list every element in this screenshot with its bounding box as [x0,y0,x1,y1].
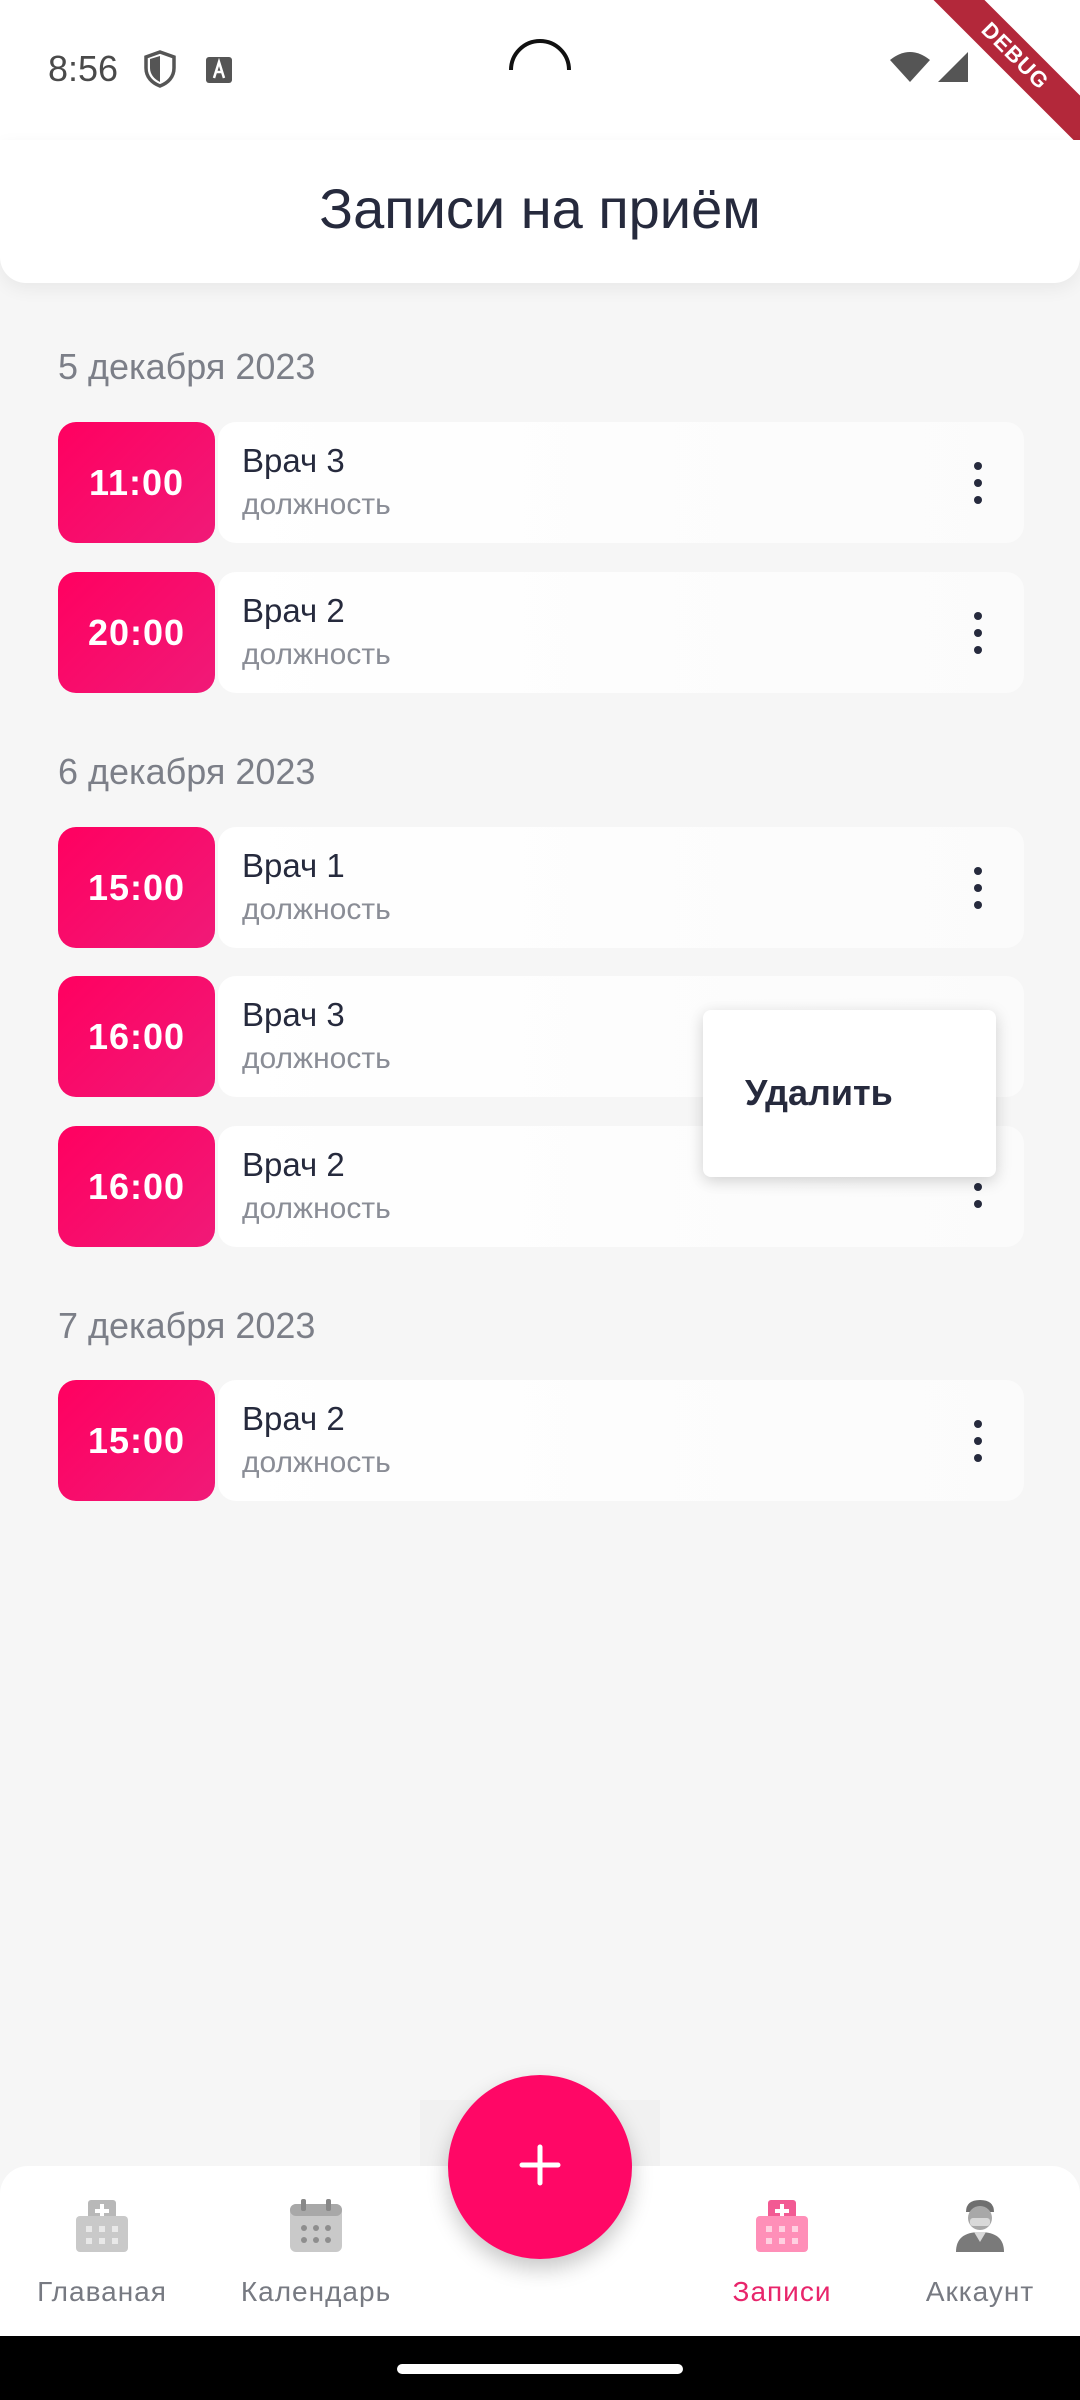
appointment-card[interactable]: Врач 1 должность [218,827,1024,948]
doctor-name: Врач 1 [242,847,345,884]
page-title: Записи на приём [319,177,761,240]
wifi-icon [888,50,932,89]
appointment-item[interactable]: 20:00 Врач 2 должность [58,572,1024,693]
hospital-icon [682,2198,882,2254]
more-vert-icon[interactable] [968,1420,988,1462]
doctor-name: Врач 3 [242,442,345,479]
doctor-role: должность [242,1042,391,1075]
time-badge: 16:00 [58,976,215,1097]
calendar-icon [216,2198,416,2254]
status-bar: 8:56 DEBUG [0,0,1080,158]
appointment-card[interactable]: Врач 2 должность [218,1380,1024,1501]
doctor-name: Врач 2 [242,1146,345,1183]
time-badge: 11:00 [58,422,215,543]
appointment-item[interactable]: 15:00 Врач 1 должность [58,827,1024,948]
doctor-role: должность [242,638,391,671]
nav-item-home[interactable]: Главаная [2,2198,202,2308]
doctor-name: Врач 2 [242,1400,345,1437]
nav-label-home: Главаная [37,2276,167,2307]
nav-label-calendar: Календарь [240,2276,392,2307]
plus-icon [518,2143,562,2192]
more-vert-icon[interactable] [968,867,988,909]
date-heading: 7 декабря 2023 [58,1305,316,1346]
date-heading: 5 декабря 2023 [58,346,316,387]
nav-item-calendar[interactable]: Календарь [216,2198,416,2308]
nav-item-account[interactable]: Аккаунт [880,2198,1080,2308]
home-indicator[interactable] [397,2364,683,2374]
time-badge: 20:00 [58,572,215,693]
appointment-item[interactable]: 11:00 Врач 3 должность [58,422,1024,543]
doctor-role: должность [242,1446,391,1479]
appointment-card[interactable]: Врач 2 должность [218,572,1024,693]
time-badge: 15:00 [58,827,215,948]
camera-cutout-icon [505,32,575,107]
appointment-card[interactable]: Врач 3 должность [218,422,1024,543]
doctor-role: должность [242,893,391,926]
status-time: 8:56 [48,48,119,89]
doctor-role: должность [242,488,391,521]
signal-icon [934,50,970,89]
delete-menu-item[interactable]: Удалить [745,1072,893,1114]
appointment-item[interactable]: 15:00 Врач 2 должность [58,1380,1024,1501]
more-vert-icon[interactable] [968,612,988,654]
add-appointment-button[interactable] [448,2075,632,2259]
nav-item-appointments[interactable]: Записи [682,2198,882,2308]
nav-label-account: Аккаунт [925,2276,1035,2307]
date-heading: 6 декабря 2023 [58,751,316,792]
popup-menu: Удалить [703,1010,996,1177]
more-vert-icon[interactable] [968,462,988,504]
app-header: Записи на приём [0,140,1080,283]
time-badge: 16:00 [58,1126,215,1247]
doctor-name: Врач 2 [242,592,345,629]
shield-icon [143,50,177,93]
font-icon [205,56,235,89]
hospital-icon [2,2198,202,2254]
doctor-name: Врач 3 [242,996,345,1033]
doctor-icon [880,2198,1080,2254]
nav-label-appointments: Записи [732,2276,832,2307]
doctor-role: должность [242,1192,391,1225]
time-badge: 15:00 [58,1380,215,1501]
